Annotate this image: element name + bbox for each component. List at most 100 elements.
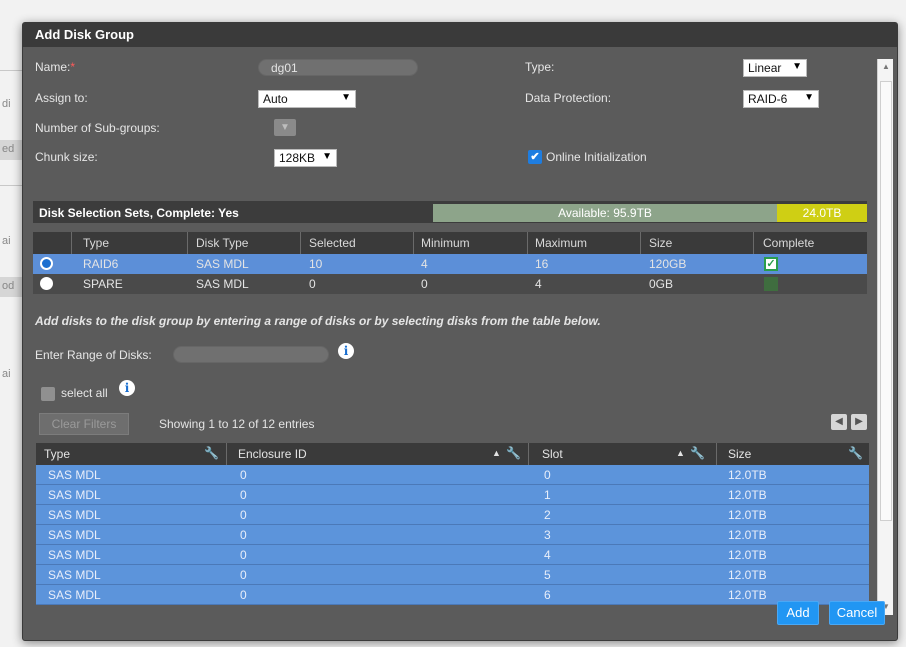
- type-label: Type:: [525, 60, 555, 74]
- add-button[interactable]: Add: [777, 601, 819, 625]
- disk-type: SAS MDL: [48, 588, 101, 602]
- chevron-down-icon: ▼: [804, 92, 814, 103]
- disk-selection-sets-header: Disk Selection Sets, Complete: Yes Avail…: [33, 201, 867, 223]
- column-header-slot[interactable]: Slot: [542, 447, 563, 461]
- disk-slot: 2: [544, 508, 551, 522]
- disk-slot: 6: [544, 588, 551, 602]
- column-divider: [413, 232, 414, 254]
- filter-wrench-icon[interactable]: 🔧: [848, 446, 863, 460]
- next-page-icon[interactable]: ▶: [851, 414, 867, 430]
- set-radio-button[interactable]: [40, 277, 53, 290]
- disk-table-header: Type 🔧 Enclosure ID ▲ 🔧 Slot ▲ 🔧 Size 🔧: [36, 443, 869, 465]
- disk-size: 12.0TB: [728, 488, 767, 502]
- assign-select[interactable]: Auto ▼: [258, 90, 356, 108]
- disk-enclosure: 0: [240, 588, 247, 602]
- disk-row[interactable]: SAS MDL 0 5 12.0TB: [36, 565, 869, 585]
- disk-slot: 0: [544, 468, 551, 482]
- disk-size: 12.0TB: [728, 588, 767, 602]
- incomplete-icon: [764, 277, 778, 291]
- column-header-enclosure[interactable]: Enclosure ID: [238, 447, 307, 461]
- disk-row[interactable]: SAS MDL 0 2 12.0TB: [36, 505, 869, 525]
- filter-wrench-icon[interactable]: 🔧: [690, 446, 705, 460]
- set-radio-button[interactable]: [40, 257, 53, 270]
- info-icon[interactable]: i: [119, 380, 135, 396]
- disk-type: SAS MDL: [48, 468, 101, 482]
- sets-row-raid6[interactable]: RAID6 SAS MDL 10 4 16 120GB ✓: [33, 254, 867, 274]
- subgroups-select[interactable]: ▼: [274, 119, 296, 136]
- column-divider: [71, 232, 72, 254]
- chevron-down-icon: ▼: [341, 92, 351, 103]
- checkmark-icon: ✔: [530, 151, 540, 163]
- disk-row[interactable]: SAS MDL 0 0 12.0TB: [36, 465, 869, 485]
- column-header-type[interactable]: Type: [44, 447, 70, 461]
- name-input[interactable]: dg01: [258, 59, 418, 76]
- available-capacity-bar: Available: 95.9TB: [433, 204, 777, 222]
- disk-size: 12.0TB: [728, 548, 767, 562]
- disk-row[interactable]: SAS MDL 0 3 12.0TB: [36, 525, 869, 545]
- disk-type: SAS MDL: [48, 488, 101, 502]
- disk-slot: 4: [544, 548, 551, 562]
- dialog-scrollbar[interactable]: ▲ ▼: [877, 59, 893, 615]
- protection-select[interactable]: RAID-6 ▼: [743, 90, 819, 108]
- disk-type: SAS MDL: [48, 568, 101, 582]
- disk-selection-sets-table: Type Disk Type Selected Minimum Maximum …: [33, 232, 867, 294]
- info-icon[interactable]: i: [338, 343, 354, 359]
- previous-page-icon[interactable]: ◀: [831, 414, 847, 430]
- set-size: 0GB: [649, 277, 674, 291]
- assign-select-value: Auto: [263, 92, 288, 106]
- disk-size: 12.0TB: [728, 568, 767, 582]
- online-init-checkbox[interactable]: ✔: [528, 150, 542, 164]
- disk-size: 12.0TB: [728, 468, 767, 482]
- disk-slot: 1: [544, 488, 551, 502]
- column-divider: [528, 443, 529, 465]
- column-header-size[interactable]: Size: [728, 447, 751, 461]
- dialog-content: Name:* dg01 Type: Linear ▼ Assign to: Aut…: [23, 47, 878, 616]
- disk-enclosure: 0: [240, 568, 247, 582]
- filter-wrench-icon[interactable]: 🔧: [204, 446, 219, 460]
- disk-size: 12.0TB: [728, 508, 767, 522]
- select-all-label: select all: [61, 386, 108, 400]
- disk-row[interactable]: SAS MDL 0 6 12.0TB: [36, 585, 869, 605]
- set-maximum: 16: [535, 257, 549, 271]
- set-selected: 10: [309, 257, 323, 271]
- subgroups-label: Number of Sub-groups:: [35, 121, 160, 135]
- set-minimum: 0: [421, 277, 428, 291]
- select-all-checkbox[interactable]: [41, 387, 55, 401]
- disk-enclosure: 0: [240, 468, 247, 482]
- name-label: Name:*: [35, 60, 76, 74]
- protection-select-value: RAID-6: [748, 92, 788, 106]
- column-header: Disk Type: [196, 236, 249, 250]
- type-select[interactable]: Linear ▼: [743, 59, 807, 77]
- set-type: RAID6: [83, 257, 119, 271]
- sort-ascending-icon[interactable]: ▲: [492, 448, 501, 458]
- range-input[interactable]: [173, 346, 329, 363]
- clear-filters-button[interactable]: Clear Filters: [39, 413, 129, 435]
- disk-row[interactable]: SAS MDL 0 1 12.0TB: [36, 485, 869, 505]
- column-header: Selected: [309, 236, 356, 250]
- chevron-down-icon: ▼: [280, 122, 290, 133]
- scrollbar-thumb[interactable]: [880, 81, 892, 521]
- cancel-button[interactable]: Cancel: [829, 601, 885, 625]
- instructions-text: Add disks to the disk group by entering …: [35, 314, 601, 328]
- used-capacity-bar: 24.0TB: [777, 204, 867, 222]
- set-minimum: 4: [421, 257, 428, 271]
- dialog-title: Add Disk Group: [23, 23, 897, 47]
- column-divider: [640, 232, 641, 254]
- sort-ascending-icon[interactable]: ▲: [676, 448, 685, 458]
- column-divider: [300, 232, 301, 254]
- set-selected: 0: [309, 277, 316, 291]
- complete-check-icon: ✓: [764, 257, 778, 271]
- filter-wrench-icon[interactable]: 🔧: [506, 446, 521, 460]
- sets-row-spare[interactable]: SPARE SAS MDL 0 0 4 0GB: [33, 274, 867, 294]
- disk-enclosure: 0: [240, 488, 247, 502]
- column-divider: [226, 443, 227, 465]
- set-type: SPARE: [83, 277, 123, 291]
- scroll-up-icon[interactable]: ▲: [878, 59, 894, 75]
- chunk-select[interactable]: 128KB ▼: [274, 149, 337, 167]
- column-header: Complete: [763, 236, 815, 250]
- disk-row[interactable]: SAS MDL 0 4 12.0TB: [36, 545, 869, 565]
- column-header: Minimum: [421, 236, 470, 250]
- set-size: 120GB: [649, 257, 687, 271]
- column-header: Maximum: [535, 236, 588, 250]
- chunk-label: Chunk size:: [35, 150, 98, 164]
